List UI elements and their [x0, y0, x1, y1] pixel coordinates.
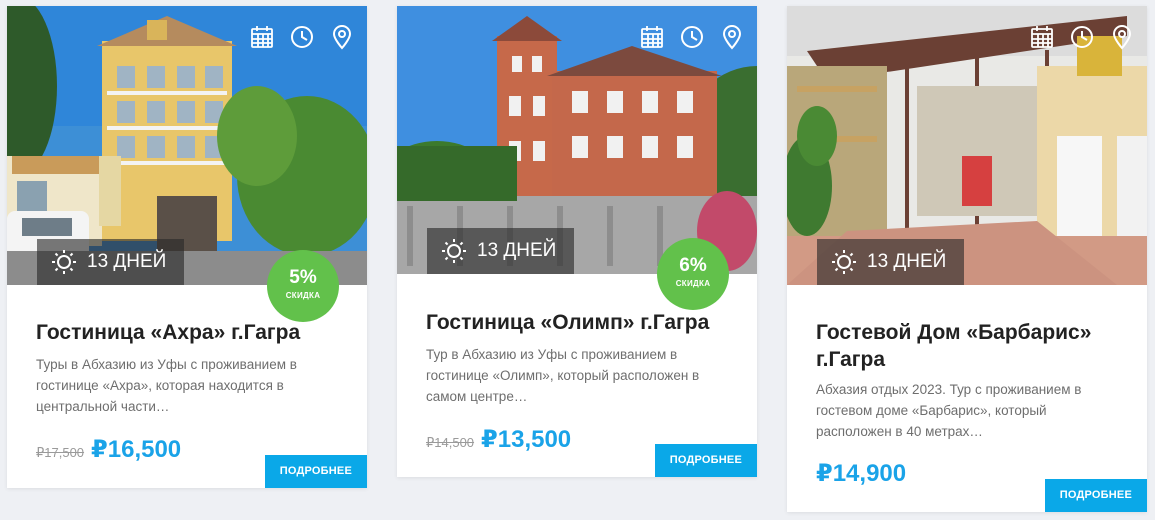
calendar-icon[interactable] — [1029, 24, 1055, 50]
tour-card-barbaris[interactable]: 13 ДНЕЙ Гостевой Дом «Барбарис» г.Гагра … — [787, 6, 1147, 512]
discount-badge: 5% СКИДКА — [267, 250, 339, 322]
price-block: ₽14,900 — [816, 459, 906, 488]
sun-icon — [832, 250, 856, 274]
duration-label: 13 ДНЕЙ — [87, 251, 167, 272]
tour-card-akhra[interactable]: 13 ДНЕЙ 5% СКИДКА Гостиница «Ахра» г.Гаг… — [7, 6, 367, 488]
clock-icon[interactable] — [679, 24, 705, 50]
old-price: ₽14,500 — [426, 435, 475, 450]
discount-percent: 6% — [679, 255, 707, 276]
details-button[interactable]: ПОДРОБНЕЕ — [1044, 479, 1147, 512]
hotel-photo[interactable]: 13 ДНЕЙ — [397, 6, 757, 274]
card-description: Туры в Абхазию из Уфы с проживанием в го… — [36, 357, 297, 414]
discount-label: СКИДКА — [285, 291, 321, 300]
hotel-photo[interactable]: 13 ДНЕЙ — [7, 6, 367, 285]
discount-percent: 5% — [289, 267, 317, 288]
calendar-icon[interactable] — [639, 24, 665, 50]
location-pin-icon[interactable] — [1109, 24, 1135, 50]
current-price: ₽13,500 — [481, 426, 572, 453]
price-block: ₽17,500 ₽16,500 — [36, 435, 181, 464]
duration-label: 13 ДНЕЙ — [867, 251, 947, 272]
duration-badge: 13 ДНЕЙ — [427, 228, 575, 274]
card-description: Абхазия отдых 2023. Тур с проживанием в … — [816, 382, 1082, 439]
clock-icon[interactable] — [1069, 24, 1095, 50]
duration-badge: 13 ДНЕЙ — [817, 239, 965, 285]
sun-icon — [442, 239, 466, 263]
duration-label: 13 ДНЕЙ — [477, 240, 557, 261]
details-button[interactable]: ПОДРОБНЕЕ — [264, 455, 367, 488]
card-title[interactable]: Гостиница «Олимп» г.Гагра — [426, 309, 737, 336]
location-pin-icon[interactable] — [719, 24, 745, 50]
discount-label: СКИДКА — [675, 279, 711, 288]
sun-icon — [52, 250, 76, 274]
discount-badge: 6% СКИДКА — [657, 238, 729, 310]
hotel-photo[interactable]: 13 ДНЕЙ — [787, 6, 1147, 285]
calendar-icon[interactable] — [249, 24, 275, 50]
old-price: ₽17,500 — [36, 445, 85, 460]
current-price: ₽16,500 — [91, 436, 182, 463]
clock-icon[interactable] — [289, 24, 315, 50]
location-pin-icon[interactable] — [329, 24, 355, 50]
current-price: ₽14,900 — [816, 460, 907, 487]
tour-card-olimp[interactable]: 13 ДНЕЙ 6% СКИДКА Гостиница «Олимп» г.Га… — [397, 6, 757, 477]
details-button[interactable]: ПОДРОБНЕЕ — [654, 444, 757, 477]
duration-badge: 13 ДНЕЙ — [37, 239, 185, 285]
card-title[interactable]: Гостевой Дом «Барбарис» г.Гагра — [816, 319, 1097, 373]
card-title[interactable]: Гостиница «Ахра» г.Гагра — [36, 319, 347, 346]
card-description: Тур в Абхазию из Уфы с проживанием в гос… — [426, 347, 700, 404]
price-block: ₽14,500 ₽13,500 — [426, 425, 571, 454]
